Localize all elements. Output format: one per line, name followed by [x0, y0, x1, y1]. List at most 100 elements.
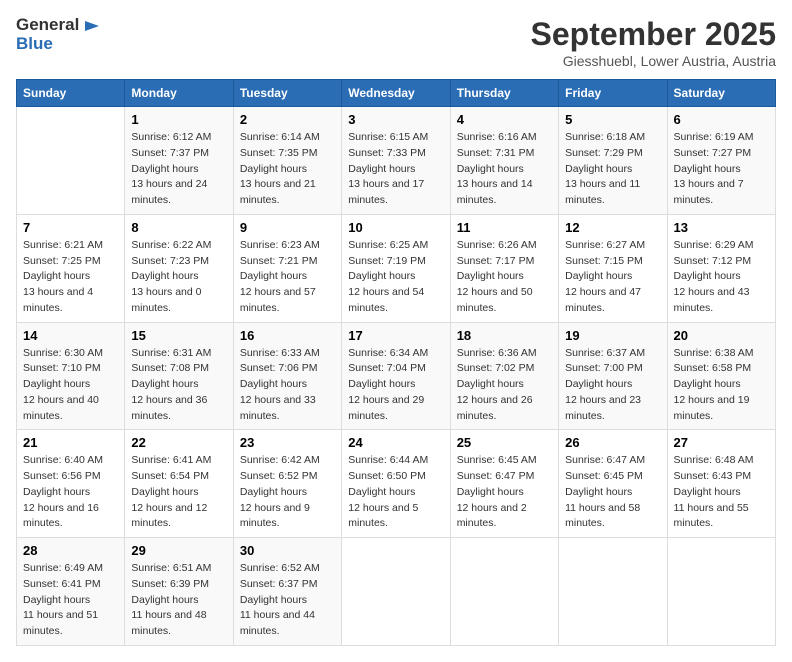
day-cell: 17 Sunrise: 6:34 AM Sunset: 7:04 PM Dayl…	[342, 322, 450, 430]
location: Giesshuebl, Lower Austria, Austria	[531, 53, 776, 69]
day-info: Sunrise: 6:38 AM Sunset: 6:58 PM Dayligh…	[674, 346, 769, 425]
day-info: Sunrise: 6:22 AM Sunset: 7:23 PM Dayligh…	[131, 238, 226, 317]
day-number: 30	[240, 543, 335, 558]
day-cell: 15 Sunrise: 6:31 AM Sunset: 7:08 PM Dayl…	[125, 322, 233, 430]
day-number: 10	[348, 220, 443, 235]
day-info: Sunrise: 6:41 AM Sunset: 6:54 PM Dayligh…	[131, 453, 226, 532]
day-cell: 3 Sunrise: 6:15 AM Sunset: 7:33 PM Dayli…	[342, 107, 450, 215]
day-number: 24	[348, 435, 443, 450]
calendar-table: SundayMondayTuesdayWednesdayThursdayFrid…	[16, 79, 776, 646]
day-number: 17	[348, 328, 443, 343]
day-number: 9	[240, 220, 335, 235]
day-number: 23	[240, 435, 335, 450]
week-row-4: 21 Sunrise: 6:40 AM Sunset: 6:56 PM Dayl…	[17, 430, 776, 538]
header-cell-saturday: Saturday	[667, 80, 775, 107]
day-number: 8	[131, 220, 226, 235]
header-cell-thursday: Thursday	[450, 80, 558, 107]
day-info: Sunrise: 6:21 AM Sunset: 7:25 PM Dayligh…	[23, 238, 118, 317]
header-cell-sunday: Sunday	[17, 80, 125, 107]
day-number: 20	[674, 328, 769, 343]
header-cell-wednesday: Wednesday	[342, 80, 450, 107]
header-cell-friday: Friday	[559, 80, 667, 107]
day-cell: 12 Sunrise: 6:27 AM Sunset: 7:15 PM Dayl…	[559, 214, 667, 322]
day-cell	[559, 538, 667, 646]
day-cell: 23 Sunrise: 6:42 AM Sunset: 6:52 PM Dayl…	[233, 430, 341, 538]
day-info: Sunrise: 6:25 AM Sunset: 7:19 PM Dayligh…	[348, 238, 443, 317]
day-number: 22	[131, 435, 226, 450]
week-row-1: 1 Sunrise: 6:12 AM Sunset: 7:37 PM Dayli…	[17, 107, 776, 215]
day-info: Sunrise: 6:29 AM Sunset: 7:12 PM Dayligh…	[674, 238, 769, 317]
day-number: 21	[23, 435, 118, 450]
day-number: 7	[23, 220, 118, 235]
day-info: Sunrise: 6:18 AM Sunset: 7:29 PM Dayligh…	[565, 130, 660, 209]
day-cell: 16 Sunrise: 6:33 AM Sunset: 7:06 PM Dayl…	[233, 322, 341, 430]
day-number: 4	[457, 112, 552, 127]
day-cell: 30 Sunrise: 6:52 AM Sunset: 6:37 PM Dayl…	[233, 538, 341, 646]
day-cell	[342, 538, 450, 646]
day-number: 6	[674, 112, 769, 127]
day-number: 19	[565, 328, 660, 343]
day-cell	[667, 538, 775, 646]
day-cell: 19 Sunrise: 6:37 AM Sunset: 7:00 PM Dayl…	[559, 322, 667, 430]
day-info: Sunrise: 6:14 AM Sunset: 7:35 PM Dayligh…	[240, 130, 335, 209]
day-cell: 14 Sunrise: 6:30 AM Sunset: 7:10 PM Dayl…	[17, 322, 125, 430]
day-info: Sunrise: 6:27 AM Sunset: 7:15 PM Dayligh…	[565, 238, 660, 317]
day-info: Sunrise: 6:33 AM Sunset: 7:06 PM Dayligh…	[240, 346, 335, 425]
day-cell: 26 Sunrise: 6:47 AM Sunset: 6:45 PM Dayl…	[559, 430, 667, 538]
day-cell: 8 Sunrise: 6:22 AM Sunset: 7:23 PM Dayli…	[125, 214, 233, 322]
page-header: General Blue September 2025 Giesshuebl, …	[16, 16, 776, 69]
header-cell-monday: Monday	[125, 80, 233, 107]
day-cell: 24 Sunrise: 6:44 AM Sunset: 6:50 PM Dayl…	[342, 430, 450, 538]
day-cell	[450, 538, 558, 646]
day-info: Sunrise: 6:19 AM Sunset: 7:27 PM Dayligh…	[674, 130, 769, 209]
day-cell: 27 Sunrise: 6:48 AM Sunset: 6:43 PM Dayl…	[667, 430, 775, 538]
week-row-3: 14 Sunrise: 6:30 AM Sunset: 7:10 PM Dayl…	[17, 322, 776, 430]
day-info: Sunrise: 6:52 AM Sunset: 6:37 PM Dayligh…	[240, 561, 335, 640]
day-number: 18	[457, 328, 552, 343]
day-info: Sunrise: 6:15 AM Sunset: 7:33 PM Dayligh…	[348, 130, 443, 209]
day-number: 13	[674, 220, 769, 235]
day-info: Sunrise: 6:23 AM Sunset: 7:21 PM Dayligh…	[240, 238, 335, 317]
day-cell: 25 Sunrise: 6:45 AM Sunset: 6:47 PM Dayl…	[450, 430, 558, 538]
day-cell: 1 Sunrise: 6:12 AM Sunset: 7:37 PM Dayli…	[125, 107, 233, 215]
day-number: 14	[23, 328, 118, 343]
day-cell: 11 Sunrise: 6:26 AM Sunset: 7:17 PM Dayl…	[450, 214, 558, 322]
day-number: 2	[240, 112, 335, 127]
title-block: September 2025 Giesshuebl, Lower Austria…	[531, 16, 776, 69]
day-info: Sunrise: 6:34 AM Sunset: 7:04 PM Dayligh…	[348, 346, 443, 425]
week-row-5: 28 Sunrise: 6:49 AM Sunset: 6:41 PM Dayl…	[17, 538, 776, 646]
day-info: Sunrise: 6:42 AM Sunset: 6:52 PM Dayligh…	[240, 453, 335, 532]
day-info: Sunrise: 6:40 AM Sunset: 6:56 PM Dayligh…	[23, 453, 118, 532]
day-number: 29	[131, 543, 226, 558]
day-number: 12	[565, 220, 660, 235]
header-cell-tuesday: Tuesday	[233, 80, 341, 107]
day-info: Sunrise: 6:31 AM Sunset: 7:08 PM Dayligh…	[131, 346, 226, 425]
logo: General Blue	[16, 16, 99, 53]
day-cell: 4 Sunrise: 6:16 AM Sunset: 7:31 PM Dayli…	[450, 107, 558, 215]
day-cell: 7 Sunrise: 6:21 AM Sunset: 7:25 PM Dayli…	[17, 214, 125, 322]
day-cell: 18 Sunrise: 6:36 AM Sunset: 7:02 PM Dayl…	[450, 322, 558, 430]
day-number: 3	[348, 112, 443, 127]
day-info: Sunrise: 6:51 AM Sunset: 6:39 PM Dayligh…	[131, 561, 226, 640]
day-info: Sunrise: 6:48 AM Sunset: 6:43 PM Dayligh…	[674, 453, 769, 532]
day-cell: 2 Sunrise: 6:14 AM Sunset: 7:35 PM Dayli…	[233, 107, 341, 215]
day-info: Sunrise: 6:26 AM Sunset: 7:17 PM Dayligh…	[457, 238, 552, 317]
day-number: 11	[457, 220, 552, 235]
day-number: 27	[674, 435, 769, 450]
day-cell	[17, 107, 125, 215]
day-info: Sunrise: 6:30 AM Sunset: 7:10 PM Dayligh…	[23, 346, 118, 425]
day-number: 1	[131, 112, 226, 127]
day-info: Sunrise: 6:44 AM Sunset: 6:50 PM Dayligh…	[348, 453, 443, 532]
calendar-header: SundayMondayTuesdayWednesdayThursdayFrid…	[17, 80, 776, 107]
day-info: Sunrise: 6:12 AM Sunset: 7:37 PM Dayligh…	[131, 130, 226, 209]
day-info: Sunrise: 6:45 AM Sunset: 6:47 PM Dayligh…	[457, 453, 552, 532]
day-number: 15	[131, 328, 226, 343]
day-number: 28	[23, 543, 118, 558]
day-info: Sunrise: 6:37 AM Sunset: 7:00 PM Dayligh…	[565, 346, 660, 425]
day-cell: 9 Sunrise: 6:23 AM Sunset: 7:21 PM Dayli…	[233, 214, 341, 322]
day-number: 25	[457, 435, 552, 450]
day-cell: 28 Sunrise: 6:49 AM Sunset: 6:41 PM Dayl…	[17, 538, 125, 646]
day-info: Sunrise: 6:47 AM Sunset: 6:45 PM Dayligh…	[565, 453, 660, 532]
day-cell: 21 Sunrise: 6:40 AM Sunset: 6:56 PM Dayl…	[17, 430, 125, 538]
day-cell: 29 Sunrise: 6:51 AM Sunset: 6:39 PM Dayl…	[125, 538, 233, 646]
